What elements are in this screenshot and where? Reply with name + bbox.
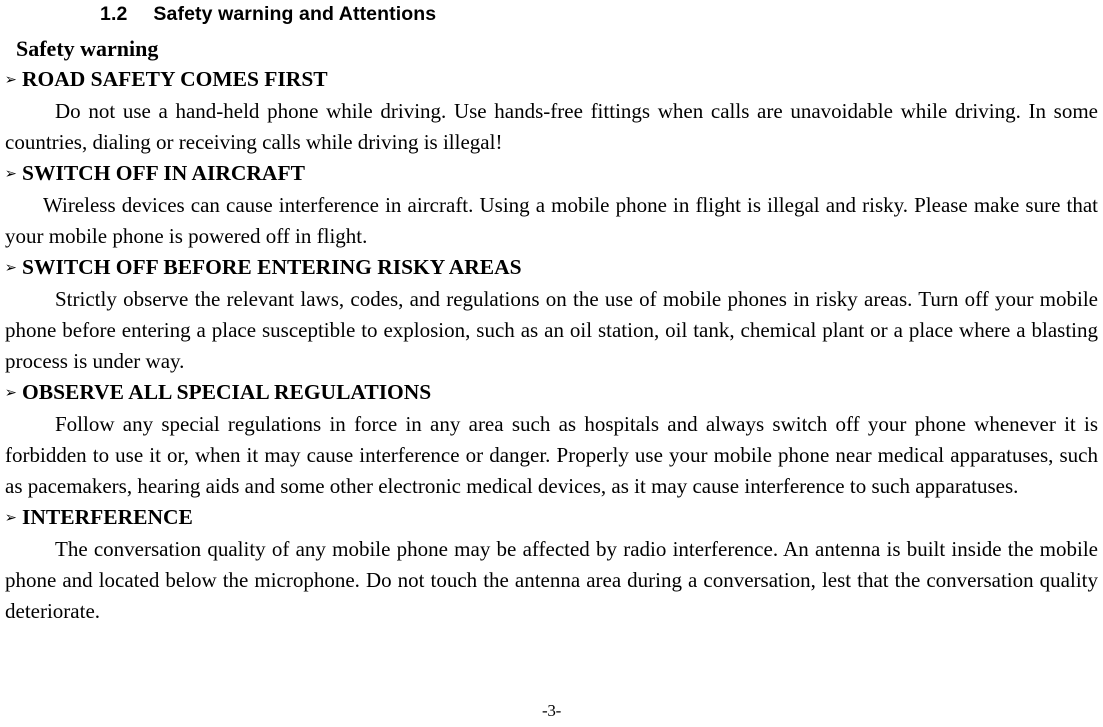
arrowhead-bullet-icon: ➢ (4, 166, 17, 182)
section-number: 1.2 (100, 3, 128, 25)
bullet-heading-road-safety: ➢ ROAD SAFETY COMES FIRST (5, 64, 1098, 96)
page-number-footer: -3- (542, 701, 561, 720)
bullet-heading-label: SWITCH OFF BEFORE ENTERING RISKY AREAS (22, 255, 522, 279)
body-paragraph-interference: The conversation quality of any mobile p… (5, 537, 1098, 623)
section-title: Safety warning and Attentions (153, 3, 437, 25)
bullet-heading-label: OBSERVE ALL SPECIAL REGULATIONS (22, 380, 432, 404)
arrowhead-bullet-icon: ➢ (4, 385, 17, 401)
bullet-heading-switch-off-aircraft: ➢ SWITCH OFF IN AIRCRAFT (5, 158, 1098, 190)
arrowhead-bullet-icon: ➢ (4, 260, 17, 276)
arrowhead-bullet-icon: ➢ (4, 72, 17, 88)
bullet-heading-observe-special-regulations: ➢ OBSERVE ALL SPECIAL REGULATIONS (5, 377, 1098, 409)
bullet-heading-label: ROAD SAFETY COMES FIRST (22, 67, 328, 91)
body-paragraph-switch-off-risky-areas: Strictly observe the relevant laws, code… (5, 287, 1098, 373)
bullet-heading-switch-off-risky-areas: ➢ SWITCH OFF BEFORE ENTERING RISKY AREAS (5, 252, 1098, 284)
body-paragraph-observe-special-regulations: Follow any special regulations in force … (5, 412, 1098, 498)
body-paragraph-road-safety: Do not use a hand-held phone while drivi… (5, 99, 1098, 154)
sub-heading-safety-warning: Safety warning (16, 36, 159, 61)
document-page: 1.2 Safety warning and Attentions Safety … (0, 0, 1103, 727)
bullet-heading-label: SWITCH OFF IN AIRCRAFT (22, 161, 305, 185)
bullet-heading-label: INTERFERENCE (22, 505, 193, 529)
arrowhead-bullet-icon: ➢ (4, 510, 17, 526)
body-paragraph-switch-off-aircraft: Wireless devices can cause interference … (5, 193, 1098, 248)
page-title: 1.2 Safety warning and Attentions (5, 0, 1098, 27)
bullet-heading-interference: ➢ INTERFERENCE (5, 502, 1098, 534)
